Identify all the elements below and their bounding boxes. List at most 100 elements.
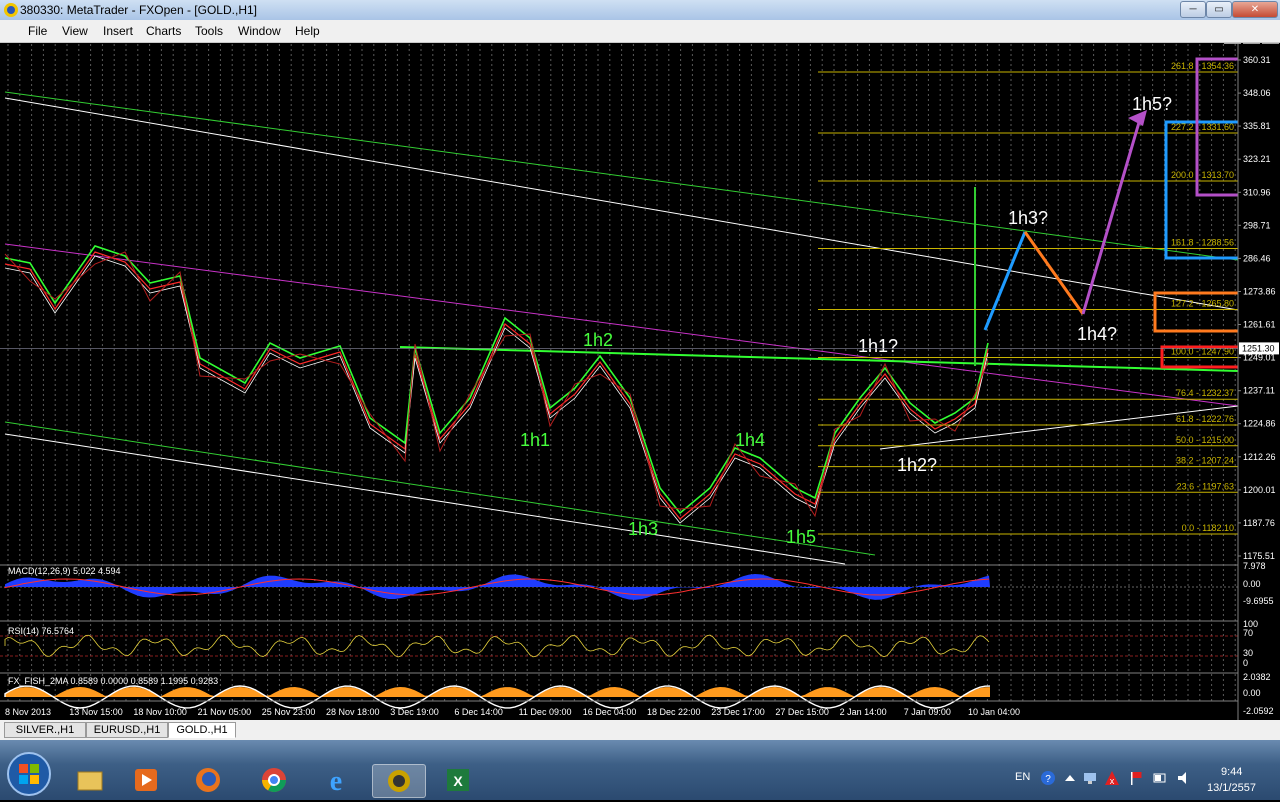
tab-eurusd-h1[interactable]: EURUSD.,H1: [86, 722, 168, 738]
taskbar-explorer[interactable]: [64, 764, 116, 796]
clock-date: 13/1/2557: [1207, 782, 1256, 794]
wave-label: 1h2?: [897, 455, 937, 475]
excel-icon: X: [447, 769, 469, 791]
chart-tabs-bar: SILVER.,H1 EURUSD.,H1 GOLD.,H1: [0, 720, 1280, 740]
x-tick-label: 28 Nov 18:00: [326, 707, 380, 717]
y-tick-label: 298.71: [1243, 220, 1271, 230]
fib-level-label: 0.0 - 1182.10: [1182, 523, 1234, 533]
flag-tray-icon[interactable]: [1128, 770, 1144, 786]
wave-label: 1h4: [735, 430, 765, 450]
language-indicator[interactable]: EN: [1015, 771, 1030, 783]
wave-label: 1h1: [520, 430, 550, 450]
x-tick-label: 23 Dec 17:00: [711, 707, 765, 717]
x-tick-label: 10 Jan 04:00: [968, 707, 1020, 717]
macd-label: MACD(12,26,9) 5.022 4.594: [8, 566, 121, 576]
indicator-tick-label: 0.00: [1243, 688, 1261, 698]
network-tray-icon[interactable]: [1082, 770, 1098, 786]
fib-level-label: 161.8 - 1288.56: [1171, 238, 1234, 248]
volume-tray-icon[interactable]: [1176, 770, 1192, 786]
help-tray-icon[interactable]: ?: [1040, 770, 1056, 786]
x-tick-label: 25 Nov 23:00: [262, 707, 316, 717]
internet-explorer-icon: e: [330, 766, 342, 797]
y-tick-label: 1200.01: [1243, 485, 1276, 495]
menu-help[interactable]: Help: [295, 24, 320, 38]
folder-icon: [77, 771, 103, 791]
fib-level-label: 200.0 - 1313.70: [1171, 170, 1234, 180]
y-tick-label: 1261.61: [1243, 320, 1276, 330]
indicator-tick-label: -2.0592: [1243, 706, 1274, 716]
y-tick-label: 1273.86: [1243, 287, 1276, 297]
battery-tray-icon[interactable]: [1152, 770, 1168, 786]
firefox-icon: [196, 768, 220, 792]
security-alert-tray-icon[interactable]: x: [1104, 770, 1120, 786]
fib-level-label: 23.6 - 1197.63: [1177, 481, 1234, 491]
y-tick-label: 1224.86: [1243, 419, 1276, 429]
minimize-button[interactable]: ─: [1180, 1, 1206, 18]
title-bar: 380330: MetaTrader - FXOpen - [GOLD.,H1]…: [0, 0, 1280, 20]
x-tick-label: 2 Jan 14:00: [840, 707, 887, 717]
x-tick-label: 13 Nov 15:00: [69, 707, 123, 717]
fib-level-label: 61.8 - 1222.76: [1176, 414, 1234, 424]
gold-h1-chart[interactable]: 261.8 - 1354.36227.2 - 1331.60200.0 - 13…: [0, 44, 1280, 720]
fib-level-label: 127.2 - 1265.80: [1171, 299, 1234, 309]
menu-insert[interactable]: Insert: [103, 24, 133, 38]
x-tick-label: 7 Jan 09:00: [904, 707, 951, 717]
y-tick-label: 360.31: [1243, 55, 1271, 65]
taskbar-excel[interactable]: X: [432, 764, 484, 796]
x-tick-label: 11 Dec 09:00: [519, 707, 572, 717]
tab-silver-h1[interactable]: SILVER.,H1: [4, 722, 86, 738]
taskbar-internet-explorer[interactable]: e: [310, 764, 362, 797]
metatrader-icon: [388, 770, 410, 792]
show-hidden-icons-icon[interactable]: [1064, 772, 1076, 784]
fib-level-label: 50.0 - 1215.00: [1176, 435, 1234, 445]
taskbar-metatrader[interactable]: [372, 764, 426, 798]
svg-text:x: x: [1110, 776, 1115, 786]
rsi-label: RSI(14) 76.5764: [8, 626, 74, 636]
taskbar-media-player[interactable]: [120, 764, 172, 796]
indicator-tick-label: 2.0382: [1243, 672, 1271, 682]
svg-text:?: ?: [1045, 774, 1051, 785]
x-tick-label: 6 Dec 14:00: [454, 707, 503, 717]
y-tick-label: 1175.51: [1243, 551, 1275, 561]
indicator-tick-label: 0.00: [1243, 579, 1261, 589]
taskbar-firefox[interactable]: [182, 764, 234, 796]
metatrader-app-icon[interactable]: [3, 2, 19, 18]
menu-bar: File View Insert Charts Tools Window Hel…: [0, 20, 1280, 59]
fib-level-label: 76.4 - 1232.37: [1176, 388, 1234, 398]
maximize-button[interactable]: ▭: [1206, 1, 1232, 18]
current-price-label: 1251.30: [1242, 343, 1275, 353]
y-tick-label: 1237.11: [1243, 386, 1275, 396]
indicator-tick-label: 70: [1243, 628, 1253, 638]
svg-text:X: X: [453, 773, 463, 789]
media-player-icon: [135, 769, 157, 791]
fib-level-label: 261.8 - 1354.36: [1171, 61, 1234, 71]
x-tick-label: 21 Nov 05:00: [198, 707, 252, 717]
y-tick-label: 1212.26: [1243, 452, 1276, 462]
x-tick-label: 18 Nov 10:00: [133, 707, 187, 717]
close-button[interactable]: ✕: [1232, 1, 1278, 18]
indicator-tick-label: -9.6955: [1243, 596, 1274, 606]
menu-view[interactable]: View: [62, 24, 88, 38]
x-tick-label: 3 Dec 19:00: [390, 707, 439, 717]
chart-window[interactable]: 261.8 - 1354.36 227.2 - 1331.60 200.0 - 13…: [0, 44, 1280, 720]
x-tick-label: 27 Dec 15:00: [775, 707, 829, 717]
chrome-icon: [262, 768, 286, 793]
x-tick-label: 16 Dec 04:00: [583, 707, 637, 717]
menu-tools[interactable]: Tools: [195, 24, 223, 38]
menu-file[interactable]: File: [28, 24, 47, 38]
y-tick-label: 335.81: [1243, 121, 1271, 131]
wave-label: 1h4?: [1077, 324, 1117, 344]
start-button[interactable]: [4, 749, 54, 799]
menu-window[interactable]: Window: [238, 24, 281, 38]
indicator-tick-label: 30: [1243, 648, 1253, 658]
fib-level-label: 38.2 - 1207.24: [1176, 456, 1234, 466]
tab-gold-h1[interactable]: GOLD.,H1: [168, 722, 236, 738]
wave-label: 1h1?: [858, 336, 898, 356]
window-title: 380330: MetaTrader - FXOpen - [GOLD.,H1]: [20, 3, 257, 17]
y-tick-label: 1187.76: [1243, 518, 1275, 528]
taskbar-chrome[interactable]: [248, 764, 300, 796]
system-clock[interactable]: 9:44 13/1/2557: [1205, 762, 1275, 798]
menu-charts[interactable]: Charts: [146, 24, 181, 38]
y-tick-label: 348.06: [1243, 88, 1271, 98]
indicator-tick-label: 0: [1243, 658, 1248, 668]
